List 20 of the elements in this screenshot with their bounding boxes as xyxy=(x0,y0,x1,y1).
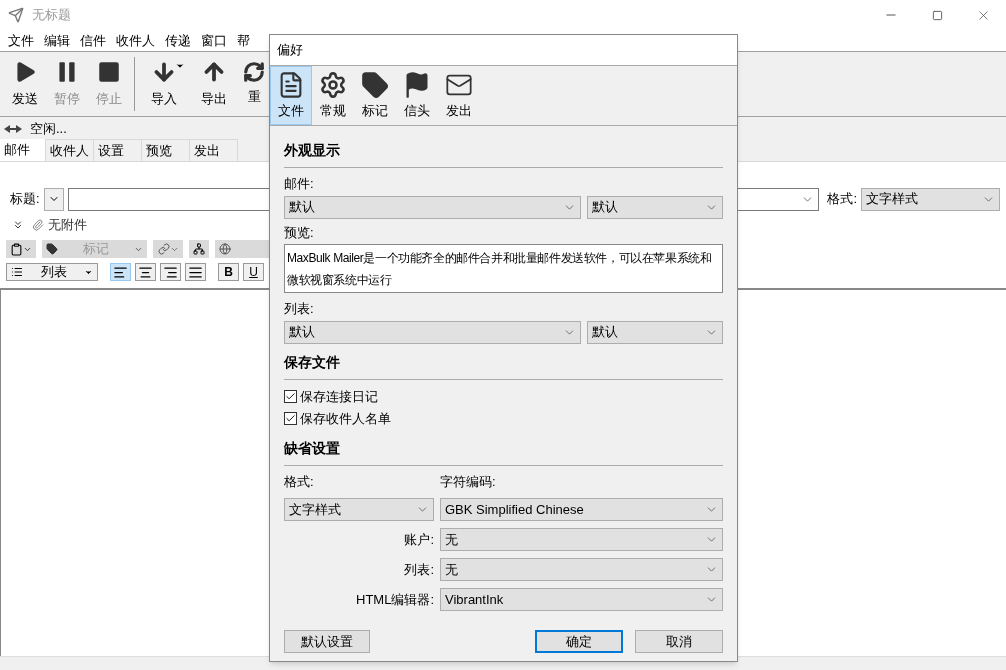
preview-box: MaxBulk Mailer是一个功能齐全的邮件合并和批量邮件发送软件，可以在苹果系统和微软视窗系统中运行 xyxy=(284,244,723,293)
checkbox-label: 保存连接日记 xyxy=(300,387,378,406)
encoding-label: 字符编码: xyxy=(440,472,497,491)
list-label: 列表: xyxy=(284,300,315,318)
checkbox-label: 保存收件人名单 xyxy=(300,409,391,428)
section-heading: 外观显示 xyxy=(284,141,341,160)
mail-label: 邮件: xyxy=(284,175,315,193)
status-text: 空闲... xyxy=(30,119,67,138)
dialog-title: 偏好 xyxy=(277,41,303,60)
field-label: HTML编辑器: xyxy=(355,590,434,609)
section-heading: 保存文件 xyxy=(284,352,341,372)
field-label: 账户: xyxy=(403,530,434,549)
attachments-text: 无附件 xyxy=(48,216,87,235)
section-heading: 缺省设置 xyxy=(284,438,341,458)
window-title: 无标题 xyxy=(32,6,71,25)
format-label: 格式: xyxy=(284,472,315,491)
format-label: 格式: xyxy=(827,190,857,209)
preview-label: 预览: xyxy=(284,223,315,242)
subject-label: 标题: xyxy=(10,190,40,209)
field-label: 列表: xyxy=(403,560,434,579)
